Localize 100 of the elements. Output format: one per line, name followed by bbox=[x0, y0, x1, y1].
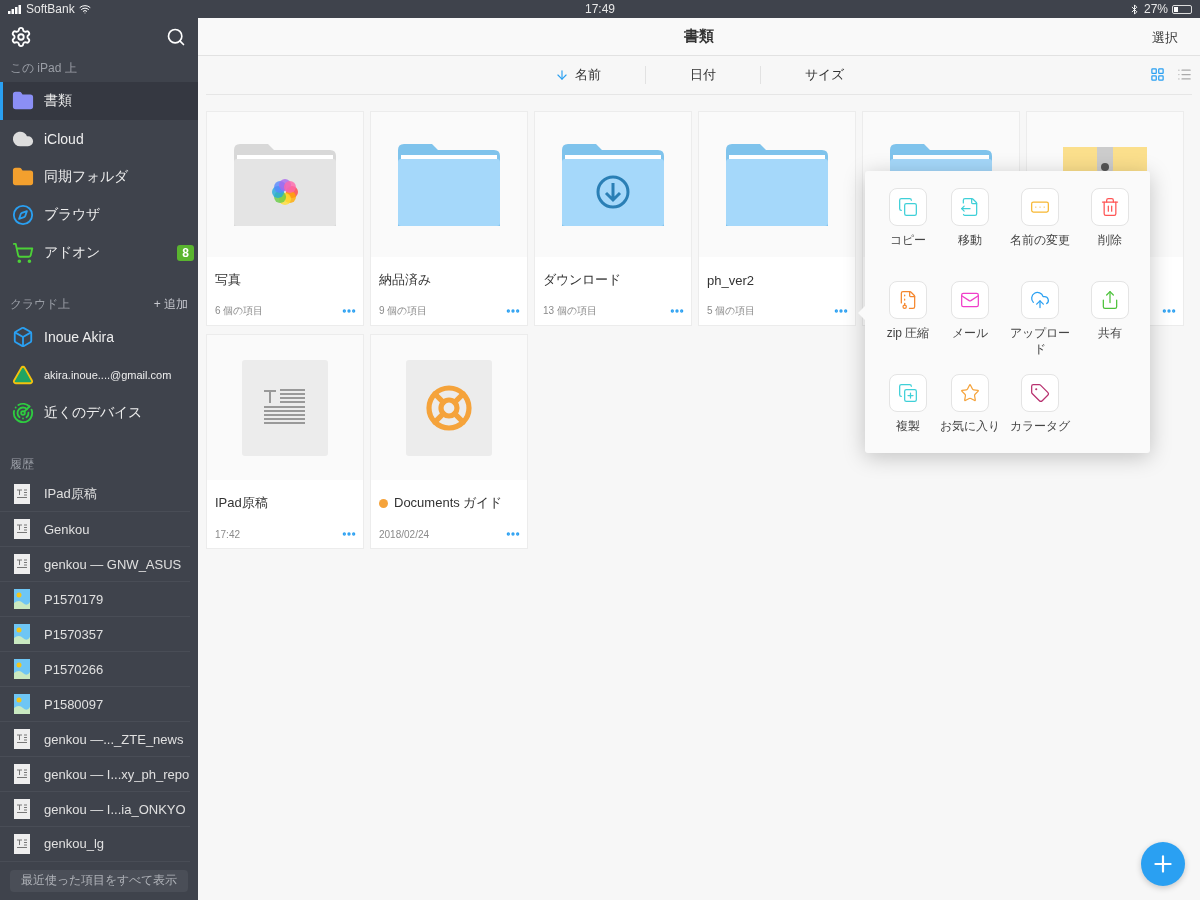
history-item[interactable]: P1570179 bbox=[0, 582, 190, 618]
add-button[interactable] bbox=[1141, 842, 1185, 886]
photos-folder-icon bbox=[234, 143, 336, 226]
sidebar-item[interactable]: Inoue Akira bbox=[0, 317, 198, 356]
history-item[interactable]: genkou — GNW_ASUS bbox=[0, 547, 190, 583]
compass-icon bbox=[12, 203, 34, 226]
battery-percent: 27% bbox=[1143, 2, 1168, 16]
history-item[interactable]: IPad原稿 bbox=[0, 477, 190, 513]
mail-icon bbox=[960, 290, 980, 310]
tag-icon bbox=[1030, 383, 1050, 403]
menu-action[interactable]: 削除 bbox=[1075, 188, 1145, 281]
folder-icon bbox=[12, 89, 34, 112]
file-card[interactable]: ph_ver2 5 個の項目 bbox=[698, 111, 856, 326]
status-time: 17:49 bbox=[585, 2, 615, 16]
text-document-icon bbox=[242, 359, 328, 456]
menu-action[interactable]: コピー bbox=[881, 188, 935, 281]
folder-icon bbox=[398, 143, 500, 226]
file-card[interactable]: IPad原稿 17:42 bbox=[206, 334, 364, 549]
menu-action[interactable]: 共有 bbox=[1075, 281, 1145, 374]
text-file-icon bbox=[14, 519, 30, 540]
sidebar-item[interactable]: 書類 bbox=[0, 81, 198, 120]
sidebar-item[interactable]: アドオン 8 bbox=[0, 233, 198, 272]
history-item[interactable]: P1570357 bbox=[0, 617, 190, 653]
wifi-icon bbox=[78, 3, 91, 15]
menu-action[interactable]: アップロード bbox=[1005, 281, 1075, 374]
page-title: 書類 bbox=[684, 27, 714, 46]
copy-icon bbox=[898, 197, 918, 217]
file-export-icon bbox=[960, 197, 980, 217]
cloud-upload-icon bbox=[1030, 290, 1050, 310]
menu-action[interactable]: カラータグ bbox=[1005, 374, 1075, 467]
list-view-icon[interactable] bbox=[1177, 67, 1192, 82]
file-info: 17:42 bbox=[215, 528, 241, 540]
image-file-icon bbox=[14, 589, 30, 610]
image-file-icon bbox=[14, 659, 30, 680]
add-link[interactable]: + 追加 bbox=[153, 296, 188, 314]
box-icon bbox=[12, 325, 34, 348]
file-info: 13 個の項目 bbox=[543, 304, 597, 318]
menu-action[interactable]: メール bbox=[935, 281, 1005, 374]
sidebar-item[interactable]: ブラウザ bbox=[0, 195, 198, 234]
folder-icon bbox=[726, 143, 828, 226]
text-file-icon bbox=[14, 729, 30, 750]
sidebar-item[interactable]: 同期フォルダ bbox=[0, 157, 198, 196]
image-file-icon bbox=[14, 694, 30, 715]
history-item[interactable]: genkou_lg bbox=[0, 827, 190, 862]
history-item[interactable]: P1570266 bbox=[0, 652, 190, 688]
menu-action[interactable]: zip 圧縮 bbox=[881, 281, 935, 374]
zip-file-icon bbox=[898, 290, 918, 310]
history-item[interactable]: P1580097 bbox=[0, 687, 190, 723]
settings-icon[interactable] bbox=[10, 25, 32, 48]
sidebar-item[interactable]: akira.inoue....@gmail.com bbox=[0, 355, 198, 394]
file-name: IPad原稿 bbox=[215, 494, 268, 512]
file-info: 2018/02/24 bbox=[379, 528, 430, 540]
sidebar-item[interactable]: 近くのデバイス bbox=[0, 393, 198, 432]
sort-option[interactable]: 名前 bbox=[510, 66, 645, 84]
section-label: クラウド上 bbox=[10, 296, 70, 314]
sort-option[interactable]: サイズ bbox=[759, 66, 888, 84]
select-button[interactable]: 選択 bbox=[1146, 28, 1184, 48]
history-item[interactable]: genkou — I...xy_ph_repo bbox=[0, 757, 190, 793]
section-label: 履歴 bbox=[10, 455, 34, 473]
share-icon bbox=[1100, 290, 1120, 310]
text-file-icon bbox=[14, 484, 30, 505]
search-icon[interactable] bbox=[166, 26, 186, 47]
file-card[interactable]: 写真 6 個の項目 bbox=[206, 111, 364, 326]
file-name: 納品済み bbox=[379, 271, 431, 289]
file-info: 5 個の項目 bbox=[707, 304, 756, 318]
text-file-icon bbox=[14, 799, 30, 819]
carrier-name: SoftBank bbox=[26, 2, 75, 16]
show-all-button[interactable]: 最近使った項目をすべて表示 bbox=[10, 869, 188, 892]
menu-action[interactable]: 複製 bbox=[881, 374, 935, 467]
lifebuoy-icon bbox=[406, 359, 492, 456]
triangle-icon bbox=[12, 363, 34, 386]
cart-icon bbox=[12, 241, 34, 264]
file-card[interactable]: Documents ガイド 2018/02/24 bbox=[370, 334, 528, 549]
star-icon bbox=[960, 383, 980, 403]
menu-action[interactable]: 移動 bbox=[935, 188, 1005, 281]
file-name: ダウンロード bbox=[543, 271, 621, 289]
download-folder-icon bbox=[562, 143, 664, 226]
history-item[interactable]: Genkou bbox=[0, 512, 190, 548]
folder-icon bbox=[12, 165, 34, 188]
file-card[interactable]: 納品済み 9 個の項目 bbox=[370, 111, 528, 326]
text-file-icon bbox=[14, 833, 30, 854]
history-item[interactable]: genkou —..._ZTE_news bbox=[0, 722, 190, 758]
trash-icon bbox=[1100, 197, 1120, 217]
file-name: ph_ver2 bbox=[707, 272, 754, 288]
file-info: 9 個の項目 bbox=[379, 304, 428, 318]
image-file-icon bbox=[14, 624, 30, 645]
file-card[interactable]: ダウンロード 13 個の項目 bbox=[534, 111, 692, 326]
grid-view-icon[interactable] bbox=[1150, 67, 1165, 82]
sidebar-item[interactable]: iCloud bbox=[0, 119, 198, 158]
radar-icon bbox=[12, 401, 34, 424]
battery-icon bbox=[1172, 4, 1192, 14]
menu-action[interactable]: 名前の変更 bbox=[1005, 188, 1075, 281]
signal-icon bbox=[8, 4, 22, 14]
file-info: 6 個の項目 bbox=[215, 304, 264, 318]
count-badge: 8 bbox=[177, 244, 194, 261]
sort-option[interactable]: 日付 bbox=[644, 66, 760, 84]
history-item[interactable]: genkou — I...ia_ONKYO bbox=[0, 792, 190, 827]
file-name: 写真 bbox=[215, 271, 241, 289]
menu-action[interactable]: お気に入り bbox=[935, 374, 1005, 467]
duplicate-icon bbox=[898, 383, 918, 403]
